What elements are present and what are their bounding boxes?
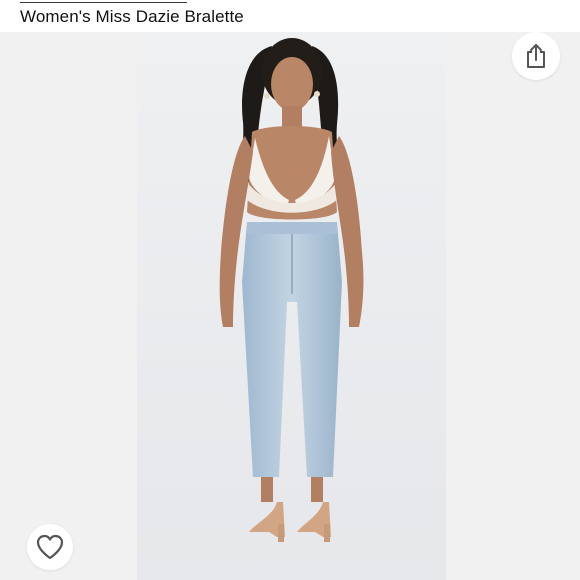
like-button[interactable]	[27, 524, 73, 570]
product-title: Women's Miss Dazie Bralette	[20, 7, 244, 26]
model-illustration	[137, 32, 446, 580]
header-bar: Women's Miss Dazie Bralette	[0, 0, 580, 32]
heart-outline-icon	[35, 533, 65, 561]
share-button[interactable]	[512, 32, 560, 80]
header-divider	[20, 2, 187, 3]
product-photo[interactable]	[137, 32, 446, 580]
share-icon	[525, 43, 547, 69]
